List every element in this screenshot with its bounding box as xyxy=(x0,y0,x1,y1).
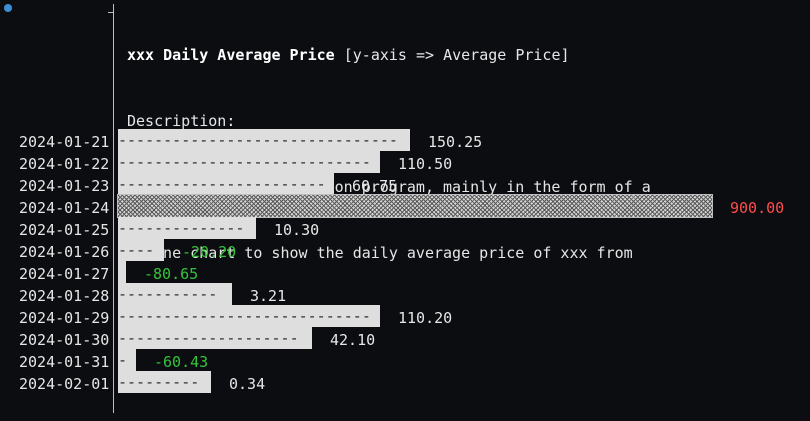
value-label: -20.20 xyxy=(182,243,237,261)
date-label: 2024-01-25 xyxy=(19,221,110,239)
value-label: 900.00 xyxy=(730,199,785,217)
value-label: -80.65 xyxy=(144,265,199,283)
bar-highlighted xyxy=(117,194,713,218)
date-label: 2024-01-27 xyxy=(19,265,110,283)
date-label: 2024-01-28 xyxy=(19,287,110,305)
bar-row: 2024-01-21 ------------------------------… xyxy=(0,129,810,151)
bar-row: 2024-01-28 ----------- 3.21 xyxy=(0,283,810,305)
date-label: 2024-01-31 xyxy=(19,353,110,371)
bar: ----------------------- xyxy=(118,173,334,195)
bar: -------------------- xyxy=(118,327,312,349)
bar-row: 2024-01-22 ---------------------------- 11… xyxy=(0,151,810,173)
value-label: 60.75 xyxy=(352,177,398,195)
bar-row: 2024-01-26 ---- -20.20 xyxy=(0,239,810,261)
bar: ----------- xyxy=(118,283,232,305)
value-label: 3.21 xyxy=(250,287,287,305)
date-label: 2024-01-23 xyxy=(19,177,110,195)
bar-row: 2024-01-24 900.00 xyxy=(0,194,810,218)
date-label: 2024-01-24 xyxy=(19,199,110,217)
bar-row: 2024-01-25 -------------- 10.30 xyxy=(0,217,810,239)
date-label: 2024-01-30 xyxy=(19,331,110,349)
date-label: 2024-02-01 xyxy=(19,375,110,393)
bar-row: 2024-01-31- -60.43 xyxy=(0,349,810,371)
value-label: 110.20 xyxy=(398,309,453,327)
bar-row: 2024-02-01 --------- 0.34 xyxy=(0,371,810,393)
bar: ---- xyxy=(118,239,164,261)
date-label: 2024-01-29 xyxy=(19,309,110,327)
bar: ------------------------------- xyxy=(118,129,410,151)
bar: -------------- xyxy=(118,217,256,239)
bar-row: 2024-01-29 ---------------------------- 11… xyxy=(0,305,810,327)
value-label: 42.10 xyxy=(330,331,376,349)
value-label: 150.25 xyxy=(428,133,483,151)
value-label: -60.43 xyxy=(154,353,209,371)
bar: ---------------------------- xyxy=(118,305,380,327)
bar-row: 2024-01-27 -80.65 xyxy=(0,261,810,283)
value-label: 0.34 xyxy=(229,375,266,393)
value-label: 10.30 xyxy=(274,221,320,239)
date-label: 2024-01-22 xyxy=(19,155,110,173)
bar-chart: 2024-01-21 ------------------------------… xyxy=(0,0,810,421)
date-label: 2024-01-21 xyxy=(19,133,110,151)
date-label: 2024-01-26 xyxy=(19,243,110,261)
bar: - xyxy=(118,349,136,371)
bar-row: 2024-01-23 ----------------------- 60.75 xyxy=(0,173,810,195)
bar: ---------------------------- xyxy=(118,151,380,173)
bar-row: 2024-01-30 -------------------- 42.10 xyxy=(0,327,810,349)
value-label: 110.50 xyxy=(398,155,453,173)
bar: --------- xyxy=(118,371,211,393)
bar xyxy=(118,261,126,283)
